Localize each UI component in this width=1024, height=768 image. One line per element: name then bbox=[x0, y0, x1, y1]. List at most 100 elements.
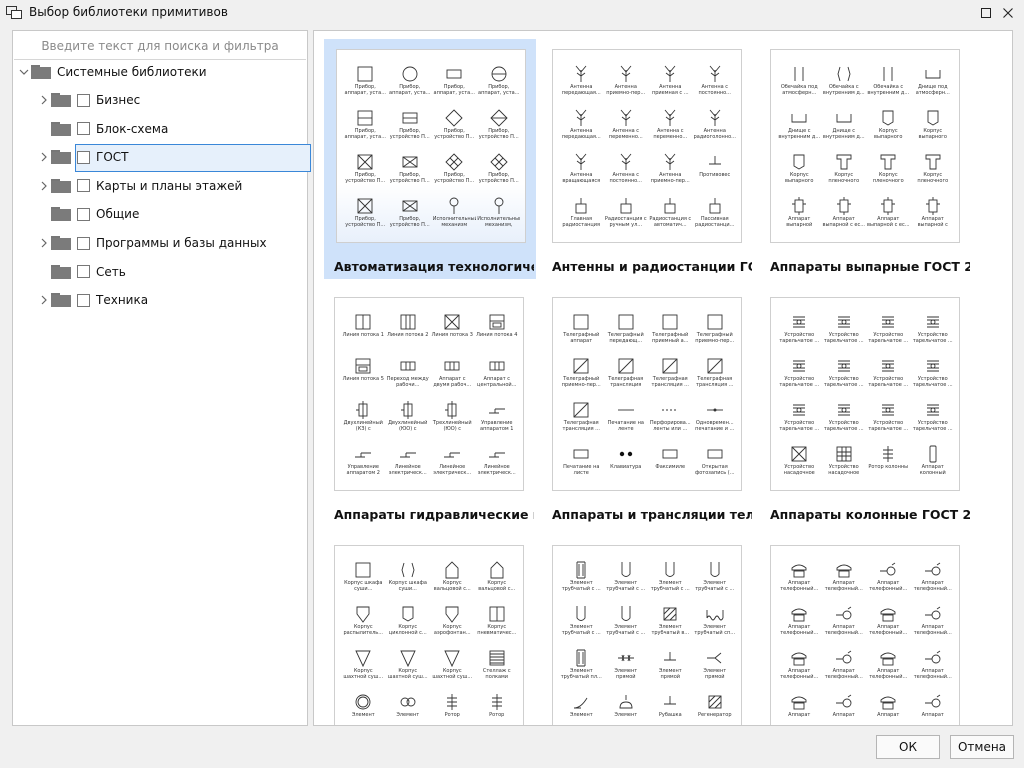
shape-preview: Телеграфный аппарат bbox=[559, 312, 604, 350]
library-card[interactable]: Прибор, аппарат, уста... Прибор, аппарат,… bbox=[324, 39, 536, 279]
rect-symbol-icon bbox=[707, 449, 723, 459]
shape-caption: Элемент трубчатый с ... bbox=[650, 580, 690, 592]
chevron-down-icon[interactable] bbox=[19, 68, 29, 76]
shape-preview: Пассивная радиостанци... bbox=[693, 196, 738, 234]
ground-symbol-icon bbox=[664, 696, 677, 705]
shape-caption: Аппарат выпарной с ес... bbox=[867, 216, 910, 228]
chevron-right-icon[interactable] bbox=[40, 238, 48, 248]
shape-caption: Днище под атмосферн... bbox=[915, 84, 950, 96]
library-checkbox[interactable] bbox=[77, 150, 90, 164]
shape-caption: Прибор, устройство П... bbox=[478, 172, 519, 184]
library-checkbox[interactable] bbox=[77, 93, 90, 107]
square-symbol-icon bbox=[573, 314, 589, 330]
shape-caption: Корпус выпарного аппа... bbox=[874, 128, 903, 140]
phone-symbol-icon bbox=[791, 564, 807, 578]
phone-c-symbol-icon bbox=[924, 650, 941, 664]
shape-caption: Прибор, аппарат, уста... bbox=[389, 84, 431, 96]
library-card[interactable]: Антенна передающая... Антенна приемно-пер… bbox=[542, 39, 754, 279]
library-thumbnail: Элемент трубчатый с ... Элемент трубчатый… bbox=[552, 545, 742, 725]
shape-caption: Аппарат bbox=[877, 712, 900, 718]
library-checkbox[interactable] bbox=[77, 265, 90, 279]
library-title: Аппараты выпарные ГОСТ 2.... bbox=[770, 259, 970, 274]
library-card[interactable]: Корпус шкафа суши... Корпус шкафа суши...… bbox=[324, 535, 536, 725]
search-box[interactable] bbox=[14, 32, 306, 60]
chevron-right-icon[interactable] bbox=[40, 295, 48, 305]
shape-preview: Радиостанция с автоматич... bbox=[648, 196, 693, 234]
library-title: Аппараты гидравлические и ... bbox=[334, 507, 534, 522]
library-checkbox[interactable] bbox=[77, 207, 90, 221]
shape-preview: Линия потока 4 bbox=[475, 312, 520, 350]
ok-button[interactable]: ОК bbox=[876, 735, 940, 759]
shape-preview: Устройство насадочное кон... bbox=[777, 444, 822, 482]
shape-preview: Антенна передающая... bbox=[559, 64, 604, 102]
library-card[interactable]: Обечайка под атмосферн... Обечайка с внут… bbox=[760, 39, 972, 279]
square-h-symbol-icon bbox=[355, 358, 371, 374]
shape-preview: Аппарат телефонный... bbox=[822, 648, 867, 686]
shape-caption: Корпус шкафа суши... bbox=[344, 580, 383, 592]
chevron-right-icon[interactable] bbox=[40, 95, 48, 105]
tri-symbol-icon bbox=[444, 650, 460, 668]
cancel-button[interactable]: Отмена bbox=[950, 735, 1014, 759]
shape-preview: Рубашка bbox=[648, 692, 693, 725]
close-button[interactable] bbox=[998, 3, 1018, 23]
shape-caption: Линия потока 2 bbox=[387, 332, 429, 338]
tree-item[interactable]: Карты и планы этажей bbox=[37, 173, 242, 199]
folder-icon bbox=[51, 178, 71, 193]
shape-caption: Аппарат телефонный... bbox=[780, 668, 819, 680]
shape-caption: Корпус шахтной суш... bbox=[387, 668, 428, 680]
antenna-symbol-icon bbox=[620, 65, 632, 82]
tree-item[interactable]: Сеть bbox=[37, 259, 126, 285]
tree-item[interactable]: Бизнес bbox=[37, 87, 140, 113]
tree-item[interactable]: Техника bbox=[37, 287, 148, 313]
valve-symbol-icon bbox=[356, 401, 368, 419]
shape-preview: Корпус вальцовой с... bbox=[430, 560, 475, 598]
library-thumbnail: Устройство тарельчатое ... Устройство тар… bbox=[770, 297, 960, 491]
library-card[interactable]: Телеграфный аппарат Телеграфный передающ.… bbox=[542, 287, 754, 527]
library-thumbnail: Аппарат телефонный... Аппарат телефонный.… bbox=[770, 545, 960, 725]
square-x-symbol-icon bbox=[791, 446, 807, 462]
library-checkbox[interactable] bbox=[77, 122, 90, 136]
shape-caption: Прибор, устройство П... bbox=[434, 128, 475, 140]
control-symbol-icon bbox=[488, 452, 505, 458]
library-card[interactable]: Аппарат телефонный... Аппарат телефонный.… bbox=[760, 535, 972, 725]
library-card[interactable]: Линия потока 1 Линия потока 2 Линия потока… bbox=[324, 287, 536, 527]
shape-caption: Корпус пленочного выпа... bbox=[917, 172, 949, 184]
library-thumbnail: Антенна передающая... Антенна приемно-пер… bbox=[552, 49, 742, 243]
shape-preview: Аппарат телефонный... bbox=[777, 648, 822, 686]
library-card[interactable]: Элемент трубчатый с ... Элемент трубчатый… bbox=[542, 535, 754, 725]
search-input[interactable] bbox=[14, 32, 306, 59]
shape-preview: Прибор, устройство П... bbox=[343, 196, 388, 234]
shape-caption: Устройство тарельчатое ... bbox=[779, 376, 820, 388]
shape-preview: Перфорирова... ленты или ... bbox=[648, 400, 693, 438]
shape-caption: Корпус шахтной суш... bbox=[343, 668, 384, 680]
control-symbol-icon bbox=[355, 452, 372, 458]
antenna-symbol-icon bbox=[709, 65, 721, 82]
shape-caption: Устройство тарельчатое ... bbox=[823, 332, 864, 344]
chevron-right-icon[interactable] bbox=[40, 152, 48, 162]
tree-item[interactable]: ГОСТ bbox=[37, 144, 311, 173]
shape-caption: Ротор колонны bbox=[868, 464, 909, 470]
shape-preview: Антенна вращающаяся bbox=[559, 152, 604, 190]
library-checkbox[interactable] bbox=[77, 293, 90, 307]
shape-preview: Печатание на ленте bbox=[604, 400, 649, 438]
square-x-symbol-icon bbox=[357, 154, 373, 170]
shape-preview: Аппарат выпарной с пр... bbox=[911, 196, 956, 234]
maximize-button[interactable] bbox=[976, 3, 996, 23]
shape-preview: Аппарат выпарной с ес... bbox=[822, 196, 867, 234]
shape-caption: Факсимиле bbox=[655, 464, 686, 470]
shape-caption: Корпус шахтной суш... bbox=[432, 668, 473, 680]
tree-item[interactable]: Программы и базы данных bbox=[37, 230, 267, 256]
tree-item[interactable]: Общие bbox=[37, 201, 139, 227]
shape-caption: Аппарат телефонный... bbox=[869, 580, 908, 592]
tree-item[interactable]: Блок-схема bbox=[37, 116, 168, 142]
library-checkbox[interactable] bbox=[77, 236, 90, 250]
tree-item-system-libraries[interactable]: Системные библиотеки bbox=[17, 59, 207, 85]
shape-caption: Аппарат bbox=[788, 712, 811, 718]
tray-symbol-icon bbox=[882, 404, 895, 416]
library-checkbox[interactable] bbox=[77, 179, 90, 193]
tube-symbol-icon bbox=[576, 561, 586, 579]
shape-caption: Печатание на листе bbox=[563, 464, 600, 476]
antenna-symbol-icon bbox=[575, 153, 587, 170]
chevron-right-icon[interactable] bbox=[40, 181, 48, 191]
library-card[interactable]: Устройство тарельчатое ... Устройство тар… bbox=[760, 287, 972, 527]
